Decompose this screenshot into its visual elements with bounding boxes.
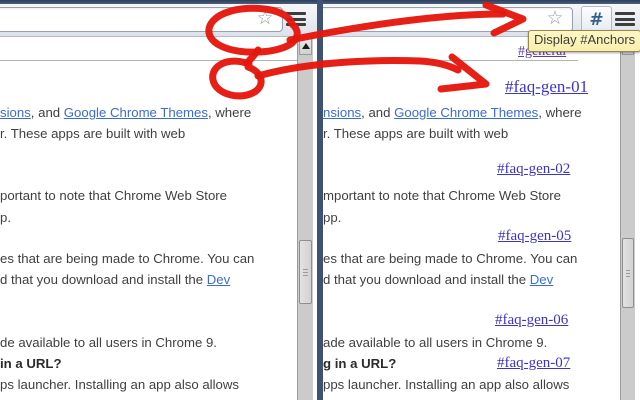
- scrollbar-thumb[interactable]: [622, 238, 634, 308]
- text-line: d that you download and install the Dev: [323, 272, 553, 287]
- chrome-menu-button[interactable]: [286, 12, 306, 29]
- text-line: d that you download and install the Dev: [0, 272, 230, 287]
- thumb-grip-icon: [303, 272, 308, 273]
- omnibox[interactable]: [0, 7, 283, 32]
- scrollbar[interactable]: [620, 36, 635, 400]
- thumb-grip-icon: [626, 273, 630, 274]
- text-line: pps launcher. Installing an app also all…: [323, 377, 569, 392]
- text-line: es that are being made to Chrome. You ca…: [323, 251, 577, 266]
- page-divider: [0, 60, 297, 61]
- text-line: nsions, and Google Chrome Themes, where: [323, 105, 582, 120]
- screenshot-stage: ☆ sions, and Google Chrome Themes, where…: [0, 0, 640, 400]
- text-line: p.: [0, 210, 11, 225]
- scroll-up-button[interactable]: [299, 37, 312, 55]
- anchor-link-faq-gen-02[interactable]: #faq-gen-02: [497, 161, 570, 178]
- chrome-menu-button[interactable]: [615, 12, 635, 29]
- hash-icon: #: [589, 10, 603, 30]
- text-line: sions, and Google Chrome Themes, where: [0, 105, 251, 120]
- faq-heading-partial: g in a URL?: [323, 356, 396, 371]
- link-google-chrome-themes[interactable]: Google Chrome Themes: [394, 105, 538, 120]
- text-line: mportant to note that Chrome Web Store: [323, 188, 561, 203]
- page-divider: [323, 60, 578, 61]
- link-dev-channel[interactable]: Dev: [530, 272, 553, 287]
- scrollbar[interactable]: [297, 36, 313, 400]
- link-extensions-partial[interactable]: sions: [0, 105, 31, 120]
- text-line: es that are being made to Chrome. You ca…: [0, 251, 254, 266]
- omnibox[interactable]: [318, 7, 573, 32]
- text-line: r. These apps are built with web: [0, 126, 185, 141]
- text-line: ade available to all users in Chrome 9.: [323, 335, 547, 350]
- text-line: portant to note that Chrome Web Store: [0, 188, 227, 203]
- browser-window-left: ☆ sions, and Google Chrome Themes, where…: [0, 0, 322, 400]
- faq-heading-partial: in a URL?: [0, 356, 62, 371]
- hamburger-icon: [286, 12, 306, 15]
- anchor-link-faq-gen-07[interactable]: #faq-gen-07: [497, 355, 570, 372]
- star-icon: ☆: [546, 9, 563, 29]
- star-icon: ☆: [256, 9, 273, 29]
- anchor-link-faq-gen-05[interactable]: #faq-gen-05: [498, 228, 571, 245]
- text-line: r. These apps are built with web: [323, 126, 508, 141]
- anchor-link-faq-gen-06[interactable]: #faq-gen-06: [495, 312, 568, 329]
- link-google-chrome-themes[interactable]: Google Chrome Themes: [64, 105, 208, 120]
- bookmark-star-button[interactable]: ☆: [254, 9, 276, 29]
- scrollbar-thumb[interactable]: [299, 240, 312, 304]
- text-line: ps launcher. Installing an app also allo…: [0, 377, 239, 392]
- hamburger-icon: [615, 12, 635, 15]
- bookmark-star-button[interactable]: ☆: [544, 9, 566, 29]
- text-line: de available to all users in Chrome 9.: [0, 335, 217, 350]
- scroll-up-icon: [302, 43, 310, 49]
- browser-window-right: ☆ # #general #faq-gen-01 #faq-gen-02 #fa…: [318, 0, 640, 400]
- link-dev-channel[interactable]: Dev: [207, 272, 230, 287]
- anchor-link-faq-gen-01[interactable]: #faq-gen-01: [505, 78, 588, 97]
- link-extensions-partial[interactable]: nsions: [323, 105, 361, 120]
- text-line: pp.: [323, 210, 341, 225]
- extension-tooltip: Display #Anchors: [528, 30, 640, 52]
- display-anchors-extension-button[interactable]: #: [581, 6, 612, 33]
